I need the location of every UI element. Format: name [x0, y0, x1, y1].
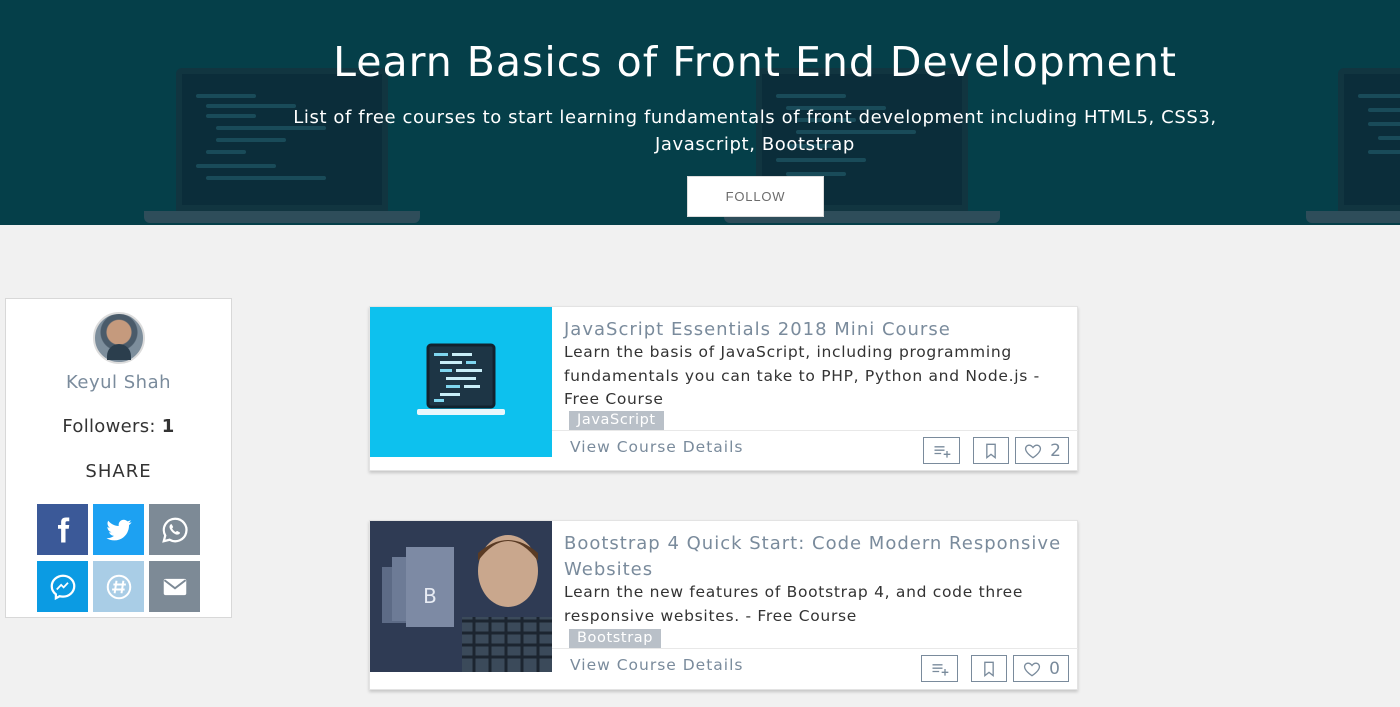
course-title[interactable]: Bootstrap 4 Quick Start: Code Modern Res… — [564, 531, 1064, 583]
course-card: JavaScript Essentials 2018 Mini Course L… — [369, 306, 1078, 471]
playlist-add-icon — [934, 445, 950, 458]
view-course-details-link[interactable]: View Course Details — [570, 438, 744, 456]
follow-button[interactable]: FOLLOW — [687, 176, 824, 217]
like-count: 0 — [1049, 658, 1060, 679]
bookmark-icon — [984, 661, 994, 677]
svg-text:B: B — [423, 584, 437, 608]
author-name[interactable]: Keyul Shah — [6, 372, 231, 393]
share-facebook-button[interactable] — [37, 504, 88, 555]
add-to-playlist-button[interactable] — [921, 655, 958, 682]
heart-icon — [1025, 443, 1042, 458]
course-thumbnail[interactable] — [370, 307, 552, 457]
email-icon — [163, 578, 186, 595]
instructor-photo: B — [370, 521, 552, 672]
heart-icon — [1024, 661, 1041, 676]
add-to-playlist-button[interactable] — [923, 437, 960, 464]
course-card: B Bootstrap 4 Quick Start: Code Modern R… — [369, 520, 1078, 690]
bookmark-button[interactable] — [973, 437, 1009, 464]
followers-count: Followers: 1 — [6, 416, 231, 437]
share-twitter-button[interactable] — [93, 504, 144, 555]
facebook-icon — [57, 517, 69, 542]
course-description: Learn the new features of Bootstrap 4, a… — [564, 583, 1024, 625]
bookmark-button[interactable] — [971, 655, 1007, 682]
followers-number: 1 — [161, 416, 175, 437]
like-count: 2 — [1050, 440, 1061, 461]
view-course-details-link[interactable]: View Course Details — [570, 656, 744, 674]
whatsapp-icon — [161, 517, 188, 543]
laptop-illustration — [1306, 68, 1400, 223]
course-tag[interactable]: Bootstrap — [569, 629, 662, 648]
playlist-add-icon — [932, 663, 948, 676]
course-thumbnail[interactable]: B — [370, 521, 552, 672]
page-title: Learn Basics of Front End Development — [333, 38, 1177, 86]
course-tag[interactable]: JavaScript — [569, 411, 664, 430]
page-subtitle: List of free courses to start learning f… — [293, 107, 1217, 155]
author-profile-card: Keyul Shah Followers: 1 SHARE — [5, 298, 232, 618]
messenger-icon — [50, 574, 75, 600]
share-heading: SHARE — [85, 461, 152, 482]
share-messenger-button[interactable] — [37, 561, 88, 612]
laptop-code-icon — [417, 343, 505, 415]
followers-label: Followers: — [62, 416, 156, 437]
card-divider — [552, 430, 1078, 431]
like-button[interactable]: 2 — [1015, 437, 1069, 464]
share-whatsapp-button[interactable] — [149, 504, 200, 555]
course-description: Learn the basis of JavaScript, including… — [564, 343, 1040, 408]
twitter-icon — [106, 519, 131, 540]
course-title[interactable]: JavaScript Essentials 2018 Mini Course — [564, 317, 1064, 343]
share-email-button[interactable] — [149, 561, 200, 612]
avatar[interactable] — [93, 312, 145, 364]
bookmark-icon — [986, 443, 996, 459]
card-divider — [552, 648, 1078, 649]
slack-icon — [106, 574, 131, 599]
share-slack-button[interactable] — [93, 561, 144, 612]
hero-banner: Learn Basics of Front End Development Li… — [0, 0, 1400, 225]
like-button[interactable]: 0 — [1013, 655, 1069, 682]
